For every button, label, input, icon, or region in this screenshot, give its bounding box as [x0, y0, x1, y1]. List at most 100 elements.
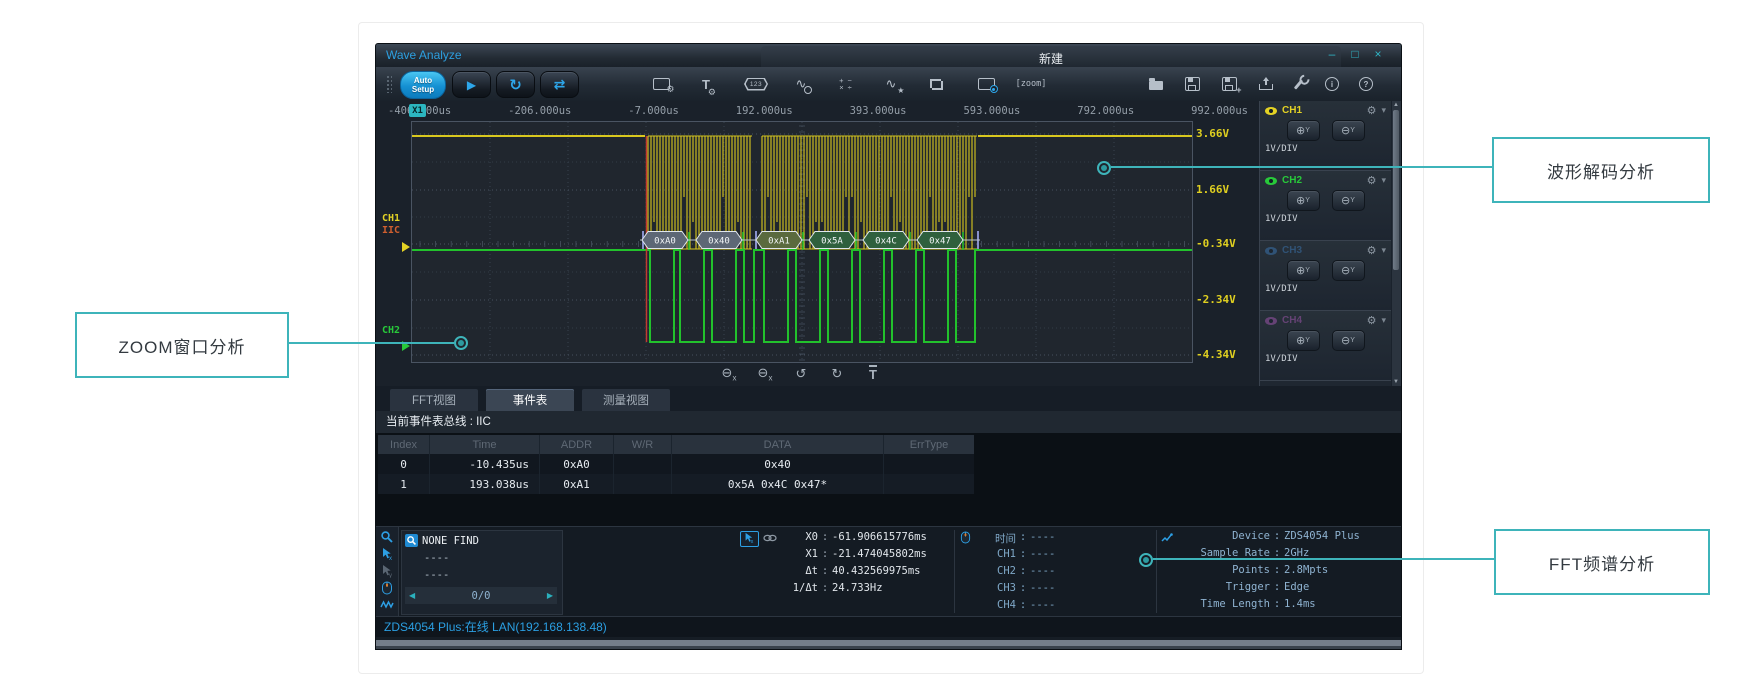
event-table-bus-caption: 当前事件表总线 : IIC — [376, 411, 1401, 433]
eye-icon[interactable] — [1265, 317, 1277, 325]
svg-text:0x4C: 0x4C — [875, 237, 897, 247]
eye-icon[interactable] — [1265, 177, 1277, 185]
wave-search-button[interactable]: ∿ — [788, 72, 814, 96]
swap-button[interactable]: ⇄ — [540, 71, 579, 98]
mouse-row: CH1:---- — [978, 548, 1055, 560]
chevron-down-icon[interactable]: ▾ — [1381, 105, 1386, 116]
minimize-button[interactable]: – — [1325, 47, 1339, 61]
tab-fft-view[interactable]: FFT视图 — [390, 389, 478, 411]
eye-icon[interactable] — [1265, 247, 1277, 255]
search-icon[interactable] — [380, 530, 394, 544]
x1-cursor-badge[interactable]: X1 — [409, 104, 426, 117]
undo-view-icon[interactable]: ↺ — [790, 366, 812, 382]
eye-icon[interactable] — [1265, 107, 1277, 115]
trigger-settings-button[interactable]: T⚙ — [693, 72, 719, 96]
time-ruler: -406.000us -206.000us -7.000us 192.000us… — [388, 101, 1248, 121]
device-row: Points:2.8Mpts — [1176, 564, 1328, 576]
device-status-icon — [1161, 532, 1173, 544]
wave-check-icon[interactable] — [380, 598, 394, 612]
mouse-icon[interactable] — [380, 581, 394, 595]
waveform-plot[interactable]: 0xA00x400xA10x5A0x4C0x47 — [411, 121, 1193, 363]
pager-next-icon[interactable]: ▶ — [547, 591, 553, 600]
table-row[interactable]: 0 -10.435us 0xA0 0x40 — [378, 454, 974, 474]
measure-numeric-button[interactable]: 123 — [743, 72, 769, 96]
bottom-info-panel: x y NONE FIND ---- ---- ◀ 0/0 ▶ — [376, 526, 1401, 617]
channel-panel: CH1 ⚙ ▾ ⊕Y ⊖Y 1V/DIV CH2 — [1259, 101, 1391, 386]
svg-text:0x40: 0x40 — [708, 237, 730, 247]
floppy-icon — [1185, 77, 1200, 91]
cursor-row: 1/Δt:24.733Hz — [774, 582, 883, 594]
chevron-down-icon[interactable]: ▾ — [1381, 245, 1386, 256]
info-button[interactable]: i — [1319, 72, 1345, 96]
channel-block-ch1: CH1 ⚙ ▾ ⊕Y ⊖Y 1V/DIV — [1260, 101, 1391, 171]
display-settings-button[interactable]: ⚙ — [648, 72, 674, 96]
gear-icon[interactable]: ⚙ — [1367, 314, 1377, 327]
channel-panel-scrollbar[interactable]: ▲ ▼ — [1391, 101, 1401, 386]
chevron-down-icon[interactable]: ▾ — [1381, 175, 1386, 186]
zoom-out-y-button[interactable]: ⊖Y — [1332, 190, 1365, 211]
gear-icon[interactable]: ⚙ — [1367, 244, 1377, 257]
pager-prev-icon[interactable]: ◀ — [409, 591, 415, 600]
screen-record-button[interactable] — [973, 72, 999, 96]
tab-measure-view[interactable]: 测量视图 — [582, 389, 670, 411]
table-row[interactable]: 1 193.038us 0xA1 0x5A 0x4C 0x47* — [378, 474, 974, 494]
ch1-ground-marker[interactable] — [402, 242, 410, 252]
waveform-area: -406.000us -206.000us -7.000us 192.000us… — [376, 101, 1401, 386]
open-file-button[interactable] — [1143, 72, 1169, 96]
tab-event-table[interactable]: 事件表 — [486, 389, 574, 411]
svg-text:0xA1: 0xA1 — [768, 237, 790, 247]
svg-text:x: x — [751, 539, 754, 544]
save-as-button[interactable]: + — [1216, 72, 1242, 96]
channel-scale: 1V/DIV — [1265, 284, 1386, 294]
math-button[interactable]: + −× ÷ — [833, 72, 859, 96]
gear-icon[interactable]: ⚙ — [1367, 104, 1377, 117]
run-button[interactable]: ▶ — [452, 71, 491, 98]
redo-view-icon[interactable]: ↻ — [826, 366, 848, 382]
maximize-button[interactable]: □ — [1348, 47, 1362, 61]
chevron-down-icon[interactable]: ▾ — [1381, 315, 1386, 326]
mask-test-button[interactable] — [923, 72, 949, 96]
refresh-acquire-button[interactable]: ↻ — [496, 71, 535, 98]
help-button[interactable]: ? — [1353, 72, 1379, 96]
mouse-row: CH2:---- — [978, 565, 1055, 577]
svg-text:y: y — [389, 573, 392, 578]
hex-123-icon: 123 — [744, 78, 768, 91]
device-row: Trigger:Edge — [1176, 581, 1309, 593]
auto-setup-button[interactable]: Auto Setup — [400, 71, 446, 99]
time-tick: 192.000us — [736, 105, 793, 117]
zoom-out-y-button[interactable]: ⊖Y — [1332, 330, 1365, 351]
zoom-brackets-icon: [zoom] — [1016, 79, 1047, 89]
cursor-x-icon[interactable]: x — [380, 547, 394, 561]
scroll-up-icon[interactable]: ▲ — [1392, 102, 1400, 108]
voltage-label: -2.34V — [1196, 293, 1260, 306]
trigger-position-icon[interactable]: T — [862, 367, 884, 382]
reference-wave-button[interactable]: ∿★ — [878, 72, 904, 96]
document-tab[interactable]: 新建 — [761, 46, 1341, 67]
decode-frame: 0x4C — [863, 232, 909, 249]
zoom-in-y-button[interactable]: ⊕Y — [1287, 260, 1320, 281]
zoom-out-x2-icon[interactable]: ⊖x — [754, 365, 776, 383]
zoom-out-y-button[interactable]: ⊖Y — [1332, 260, 1365, 281]
zoom-out-y-button[interactable]: ⊖Y — [1332, 120, 1365, 141]
channel-name: CH2 — [1282, 175, 1302, 186]
zoom-in-y-button[interactable]: ⊕Y — [1287, 190, 1320, 211]
zoom-in-y-button[interactable]: ⊕Y — [1287, 120, 1320, 141]
close-button[interactable]: × — [1371, 47, 1385, 61]
export-button[interactable] — [1253, 72, 1279, 96]
col-header: Index — [378, 435, 430, 454]
cursor-mode-icon[interactable]: x — [740, 531, 759, 547]
scroll-down-icon[interactable]: ▼ — [1392, 379, 1400, 385]
toolbar-grip[interactable] — [386, 75, 392, 93]
zoom-tool-button[interactable]: [zoom] — [1018, 72, 1044, 96]
zoom-in-y-button[interactable]: ⊕Y — [1287, 330, 1320, 351]
toolbar: Auto Setup ▶ ↻ ⇄ ⚙ T⚙ 123 ∿ + −× ÷ ∿★ — [376, 67, 1401, 103]
callout-fft-spectrum: FFT频谱分析 — [1494, 529, 1710, 595]
scrollbar-thumb[interactable] — [1393, 110, 1399, 270]
tools-button[interactable] — [1285, 72, 1311, 96]
save-button[interactable] — [1179, 72, 1205, 96]
cursor-y-icon[interactable]: y — [380, 564, 394, 578]
gear-icon[interactable]: ⚙ — [1367, 174, 1377, 187]
zoom-out-x-icon[interactable]: ⊖x — [718, 365, 740, 383]
screen-gear-icon: ⚙ — [653, 78, 670, 90]
floppy-plus-icon: + — [1222, 77, 1237, 91]
